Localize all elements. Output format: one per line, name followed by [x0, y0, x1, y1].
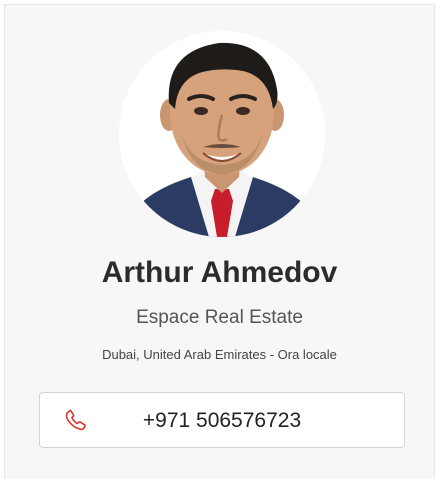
agent-location: Dubai, United Arab Emirates - Ora locale — [102, 347, 337, 362]
agent-card: Arthur Ahmedov Espace Real Estate Dubai,… — [4, 4, 435, 479]
call-button[interactable]: +971 506576723 — [39, 392, 405, 448]
agent-avatar — [119, 31, 325, 237]
agent-name: Arthur Ahmedov — [101, 256, 338, 289]
agent-photo — [119, 31, 325, 237]
agent-company: Espace Real Estate — [136, 307, 303, 328]
phone-number: +971 506576723 — [142, 409, 302, 432]
